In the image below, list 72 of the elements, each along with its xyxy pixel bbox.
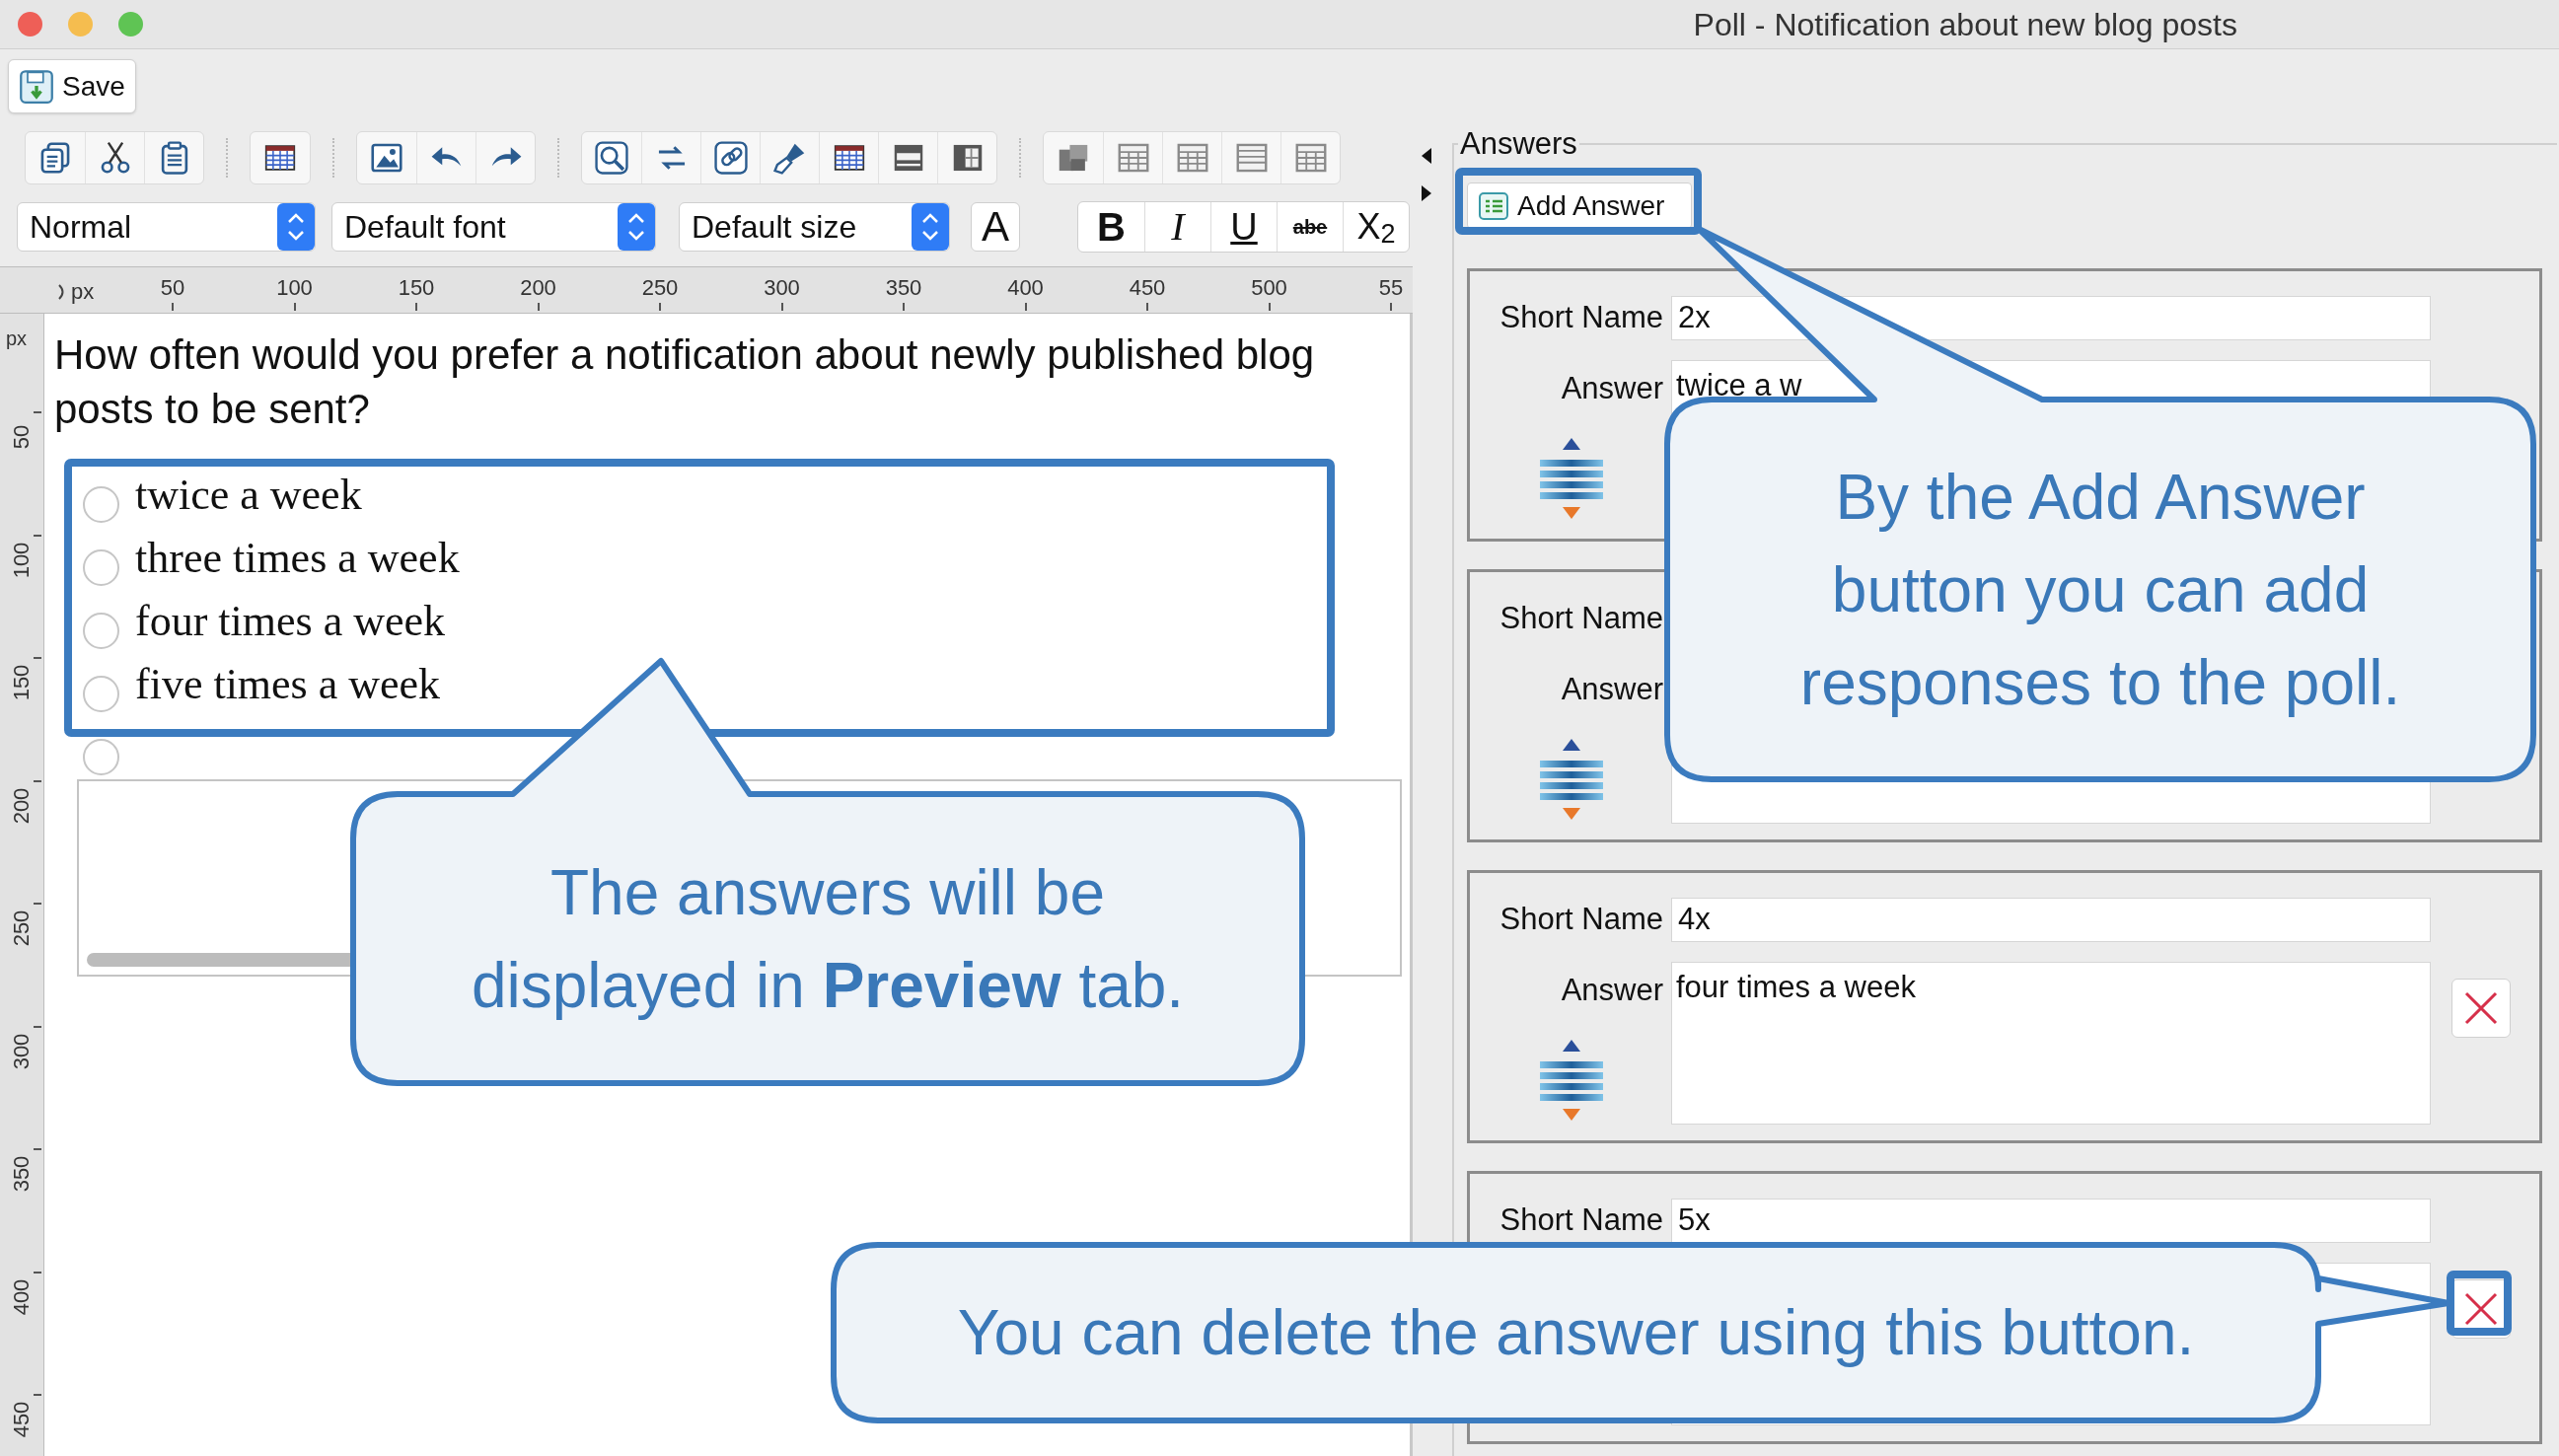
stepper-icon [618,203,655,251]
radio-button[interactable] [83,612,119,649]
field-label: Short Name [1499,600,1663,638]
link-icon [711,139,750,177]
field-label: Answer [1561,972,1663,1009]
ruler-label: 400 [11,1278,33,1315]
reorder-icon[interactable] [1539,1039,1604,1121]
underline-button[interactable]: U [1210,202,1277,252]
text-color-button[interactable]: A [971,202,1020,252]
short-name-field[interactable]: 4x [1671,898,2431,942]
ruler-label: 450 [1129,274,1166,302]
field-label: Answer [1561,370,1663,407]
add-answer-button[interactable]: Add Answer [1467,182,1692,229]
stepper-icon [277,203,315,251]
radio-button[interactable] [83,738,119,775]
field-label: Short Name [1499,299,1663,337]
close-button[interactable] [18,12,42,36]
field-label: Short Name [1499,901,1663,939]
collapse-left-icon[interactable] [1421,148,1432,164]
strikethrough-button[interactable]: abe [1277,202,1343,252]
ruler-label: 100 [276,274,313,302]
window-title: Poll - Notification about new blog posts [1693,5,2237,44]
ruler-label: 300 [764,274,800,302]
ruler-label: 300 [11,1033,33,1069]
italic-button[interactable]: I [1144,202,1210,252]
answer-field[interactable]: four times a week [1671,962,2431,1125]
ruler-label: 250 [641,274,679,302]
font-dropdown[interactable]: Default font [331,202,656,252]
ruler-label: 200 [520,274,556,302]
list-icon [1478,189,1509,222]
bold-button[interactable]: B [1078,202,1144,252]
ruler-label: 350 [11,1155,33,1193]
reorder-icon[interactable] [1539,437,1604,519]
choice-label: twice a week [135,470,362,521]
radio-button[interactable] [83,548,119,586]
style-dropdown[interactable]: Normal [17,202,316,252]
ruler-label: 55 [1378,274,1404,302]
ruler-label: 50 [11,424,33,450]
ruler-label: 450 [11,1401,33,1438]
choice-label: five times a week [135,659,441,710]
stepper-icon [912,203,949,251]
reorder-icon[interactable] [1539,738,1604,820]
field-label: Short Name [1499,1201,1663,1240]
short-name-field[interactable]: 5x [1671,1199,2431,1243]
choice-label: four times a week [135,596,445,647]
ruler-label: 500 [1251,274,1287,302]
save-button[interactable]: Save [8,59,136,113]
field-label: Answer [1561,671,1663,708]
choice-label: three times a week [135,533,460,584]
radio-button[interactable] [83,485,119,523]
subscript-button[interactable]: X$_{2}$ [1343,202,1409,252]
ruler-label: 400 [1007,274,1044,302]
expand-right-icon[interactable] [1421,185,1432,201]
search-icon [593,139,630,177]
callout-text: The answers will be displayed in Preview tab. [470,855,1186,1023]
ruler-label: 150 [11,664,33,701]
ruler-label: 350 [885,274,922,302]
ruler-unit: px [71,278,95,306]
question-text: How often would you prefer a notification about newly published blog posts to be sent? [54,330,1316,434]
radio-button[interactable] [83,675,119,712]
ruler-label: 50 [160,274,185,302]
ruler-label: 150 [398,274,435,302]
delete-button[interactable] [2451,979,2511,1038]
highlight-frame [2447,1271,2512,1336]
size-dropdown[interactable]: Default size [679,202,950,252]
callout-text: By the Add Answer button you can add responses to the poll. [1798,460,2402,720]
ruler-unit: px [6,327,28,351]
cross-icon [2463,990,2499,1026]
ruler-label: 250 [11,910,33,947]
ruler-label: 100 [11,542,33,578]
ruler-label: 200 [11,787,33,824]
cross-icon [2463,1291,2499,1327]
